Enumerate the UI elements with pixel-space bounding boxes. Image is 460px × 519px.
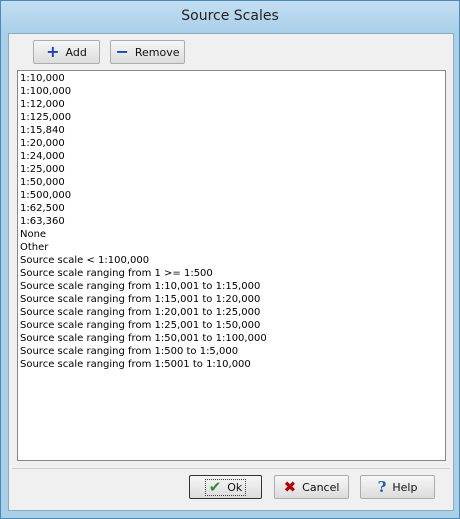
list-item[interactable]: 1:62,500 — [20, 202, 443, 215]
list-item[interactable]: Source scale ranging from 1:25,001 to 1:… — [20, 319, 443, 332]
ok-button[interactable]: ✔ Ok — [189, 475, 262, 499]
list-item[interactable]: 1:20,000 — [20, 137, 443, 150]
list-item[interactable]: 1:50,000 — [20, 176, 443, 189]
list-item[interactable]: 1:500,000 — [20, 189, 443, 202]
question-icon: ? — [377, 477, 387, 496]
ok-button-label: Ok — [227, 480, 243, 494]
list-item[interactable]: 1:24,000 — [20, 150, 443, 163]
minus-icon: − — [115, 42, 129, 61]
remove-button-label: Remove — [134, 45, 180, 59]
list-item[interactable]: 1:25,000 — [20, 163, 443, 176]
button-bar: ✔ Ok ✖ Cancel ? Help — [12, 468, 450, 507]
list-item[interactable]: Source scale ranging from 1:10,001 to 1:… — [20, 280, 443, 293]
source-scales-list[interactable]: 1:10,000 1:100,000 1:12,000 1:125,000 1:15,8… — [17, 70, 446, 461]
list-item[interactable]: Other — [20, 241, 443, 254]
help-button[interactable]: ? Help — [360, 475, 435, 499]
list-item[interactable]: 1:125,000 — [20, 111, 443, 124]
add-button-label: Add — [65, 45, 87, 59]
remove-button[interactable]: − Remove — [110, 40, 185, 64]
list-item[interactable]: Source scale ranging from 1:5001 to 1:10… — [20, 358, 443, 371]
list-item[interactable]: Source scale ranging from 1:15,001 to 1:… — [20, 293, 443, 306]
list-item[interactable]: 1:15,840 — [20, 124, 443, 137]
cancel-button[interactable]: ✖ Cancel — [274, 475, 349, 499]
cancel-button-label: Cancel — [302, 480, 340, 494]
list-item[interactable]: Source scale ranging from 1:50,001 to 1:… — [20, 332, 443, 345]
list-item[interactable]: Source scale ranging from 1:500 to 1:5,0… — [20, 345, 443, 358]
list-item[interactable]: 1:100,000 — [20, 85, 443, 98]
list-item[interactable]: Source scale ranging from 1:20,001 to 1:… — [20, 306, 443, 319]
dialog-window: Source Scales + Add − Remove 1:10,000 1:1… — [0, 0, 460, 519]
list-item[interactable]: 1:10,000 — [20, 72, 443, 85]
add-button[interactable]: + Add — [33, 40, 100, 64]
window-title: Source Scales — [181, 8, 279, 24]
list-item[interactable]: Source scale < 1:100,000 — [20, 254, 443, 267]
help-button-label: Help — [392, 480, 418, 494]
list-item[interactable]: 1:12,000 — [20, 98, 443, 111]
list-item[interactable]: 1:63,360 — [20, 215, 443, 228]
plus-icon: + — [46, 42, 60, 61]
list-item[interactable]: None — [20, 228, 443, 241]
x-icon: ✖ — [283, 477, 297, 496]
title-bar[interactable]: Source Scales — [1, 1, 459, 33]
checkmark-icon: ✔ — [208, 477, 222, 496]
list-item[interactable]: Source scale ranging from 1 >= 1:500 — [20, 267, 443, 280]
toolbar: + Add − Remove — [9, 34, 453, 68]
dialog-body: + Add − Remove 1:10,000 1:100,000 1:12,000… — [8, 33, 454, 511]
ok-focus-rect: ✔ Ok — [204, 477, 247, 496]
